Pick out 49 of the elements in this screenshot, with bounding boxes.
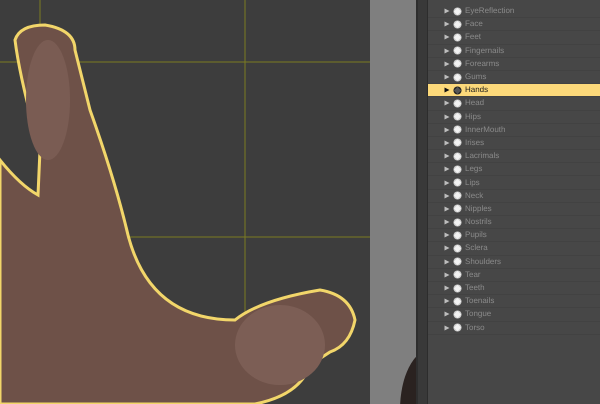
surface-row[interactable]: Lips — [428, 176, 600, 190]
surface-icon — [453, 244, 462, 253]
surface-row[interactable]: Nostrils — [428, 216, 600, 230]
surface-icon — [453, 218, 462, 227]
surface-icon — [453, 20, 462, 29]
surface-icon — [453, 6, 462, 16]
surface-row[interactable]: Legs — [428, 163, 600, 176]
surface-row[interactable]: Forearms — [428, 58, 600, 71]
surface-row[interactable]: Neck — [428, 190, 600, 203]
surface-icon — [453, 98, 462, 108]
surface-icon — [453, 178, 462, 188]
surface-row[interactable]: Tear — [428, 268, 600, 282]
surface-row[interactable]: Lacrimals — [428, 150, 600, 164]
surface-icon — [453, 296, 462, 306]
surface-row[interactable]: EyeReflection — [428, 5, 600, 18]
surface-icon — [453, 112, 462, 122]
surface-icon — [453, 72, 462, 82]
surface-icon — [453, 152, 462, 161]
surface-row[interactable]: Teeth — [428, 282, 600, 296]
surface-row[interactable]: Feet — [428, 31, 600, 45]
surface-row[interactable]: Hands — [428, 84, 600, 98]
surface-row[interactable]: InnerMouth — [428, 124, 600, 137]
surface-icon — [453, 270, 462, 280]
surface-row[interactable]: Face — [428, 18, 600, 32]
surface-icon — [453, 204, 462, 214]
surface-icon — [453, 138, 462, 148]
surface-row[interactable]: Irises — [428, 136, 600, 150]
surface-icon — [453, 59, 462, 68]
surface-icon — [453, 164, 462, 174]
surface-row[interactable]: Torso — [428, 322, 600, 335]
surface-row[interactable]: Tongue — [428, 308, 600, 322]
surface-icon — [453, 257, 462, 266]
surface-row[interactable]: Head — [428, 97, 600, 110]
surface-row[interactable]: Sclera — [428, 242, 600, 256]
surface-icon — [453, 125, 462, 134]
surface-row[interactable]: Shoulders — [428, 256, 600, 269]
surface-row[interactable]: Nipples — [428, 202, 600, 216]
surface-row[interactable]: Toenails — [428, 295, 600, 308]
surface-icon — [453, 230, 462, 240]
surface-icon — [453, 46, 462, 56]
surface-icon — [453, 86, 462, 95]
surface-row[interactable]: Hips — [428, 110, 600, 124]
surface-icon — [453, 310, 462, 319]
surface-row[interactable]: Fingernails — [428, 44, 600, 58]
surface-icon — [453, 284, 462, 293]
surface-row[interactable]: Pupils — [428, 229, 600, 242]
surface-icon — [453, 191, 462, 200]
surface-icon — [453, 32, 462, 42]
surface-icon — [453, 323, 462, 332]
